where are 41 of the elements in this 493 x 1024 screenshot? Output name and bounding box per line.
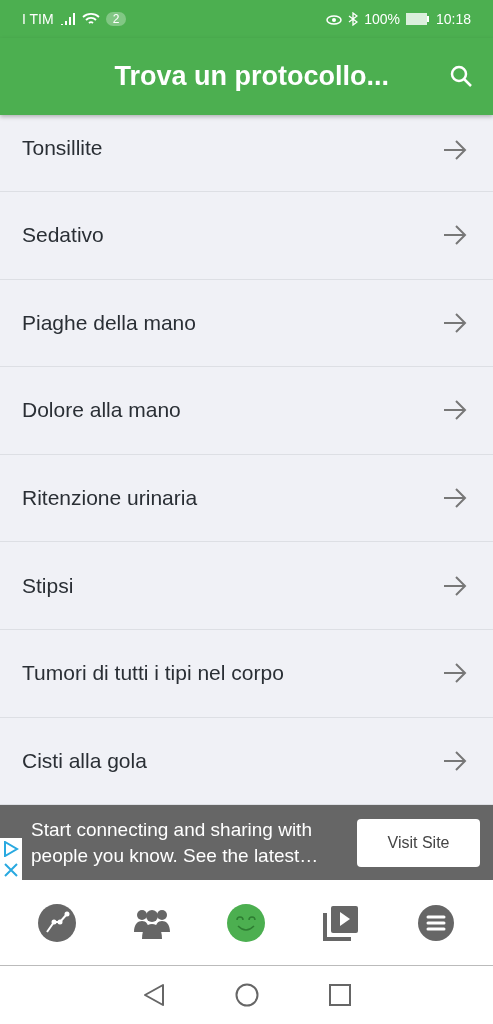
nav-tab[interactable] [415, 902, 456, 943]
arrow-right-icon [443, 750, 467, 771]
eye-icon [326, 13, 343, 25]
recents-icon[interactable] [328, 984, 351, 1006]
protocol-item[interactable]: Stipsi [0, 542, 493, 630]
smiley-icon [227, 903, 266, 942]
arrow-right-icon [443, 488, 467, 508]
arrow-right-icon [443, 400, 467, 421]
menu-icon [417, 904, 454, 941]
signal-icon [59, 13, 76, 25]
ad-text: Start connecting and sharing with people you know. See the latest… [31, 817, 320, 868]
arrow-right-icon [443, 575, 467, 596]
protocol-item[interactable]: Dolore alla mano [0, 367, 493, 455]
clock-time: 10:18 [435, 11, 471, 27]
wifi-icon [81, 12, 100, 26]
protocol-item[interactable]: Sedativo [0, 191, 493, 280]
video-library-icon [323, 904, 360, 941]
ad-choices-icon[interactable] [3, 841, 19, 858]
carrier-name: I TIM [22, 11, 54, 27]
home-icon[interactable] [234, 983, 259, 1007]
app-bar-title: Trova un protocollo... [114, 60, 389, 92]
notification-count: 2 [105, 12, 127, 26]
arrow-right-icon [443, 663, 467, 684]
arrow-right-icon [443, 312, 467, 333]
ad-banner[interactable]: Start connecting and sharing with people you know. See the latest… Visit Site [0, 805, 493, 881]
back-icon[interactable] [142, 983, 165, 1007]
line-chart-icon [38, 903, 77, 942]
arrow-right-icon [443, 225, 467, 246]
nav-tab[interactable] [226, 902, 267, 943]
battery-level: 100% [364, 11, 400, 27]
nav-tab[interactable] [37, 902, 78, 943]
arrow-right-icon [443, 139, 467, 160]
close-icon[interactable] [4, 863, 18, 878]
bluetooth-icon [348, 12, 359, 26]
battery-icon [405, 13, 430, 25]
protocol-item[interactable]: Tumori di tutti i tipi nel corpo [0, 629, 493, 718]
search-icon[interactable] [449, 64, 473, 89]
protocol-item[interactable]: Ritenzione urinaria [0, 454, 493, 543]
protocol-item[interactable]: Tonsillite [0, 114, 493, 192]
visit-site-button[interactable]: Visit Site [357, 818, 480, 867]
protocol-item[interactable]: Piaghe della mano [0, 279, 493, 368]
